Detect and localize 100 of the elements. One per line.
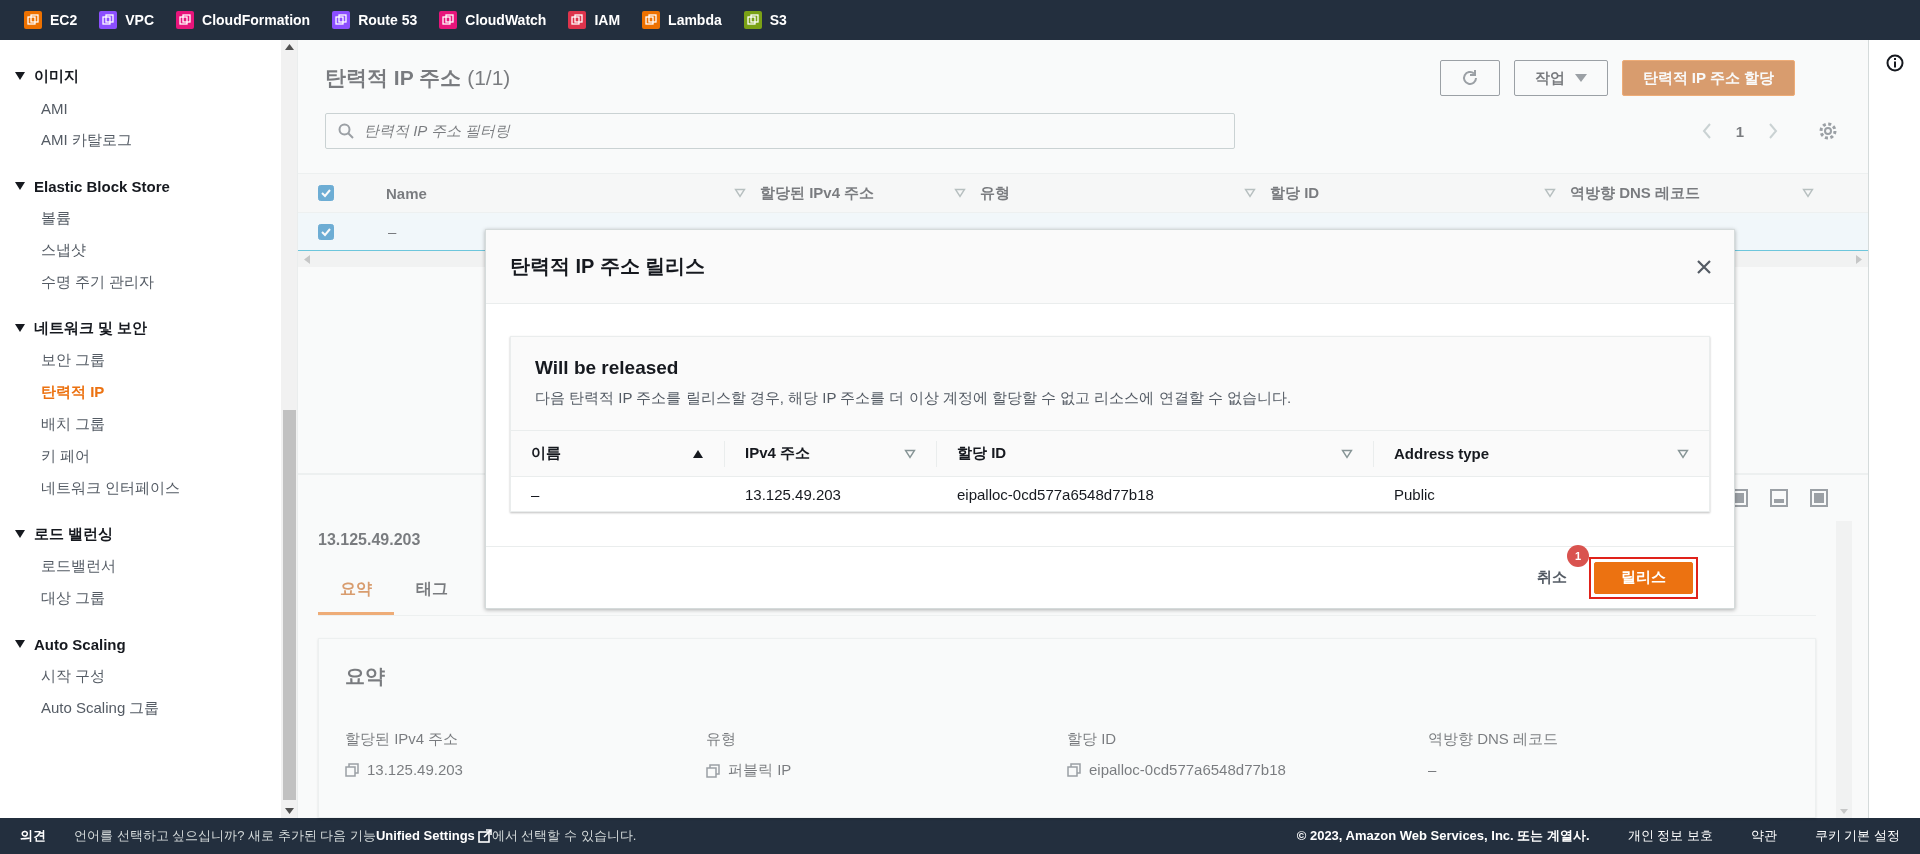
refresh-button[interactable] (1439, 60, 1500, 96)
caret-icon[interactable] (14, 529, 26, 539)
field-label: 할당된 IPv4 주소 (345, 730, 459, 749)
tab[interactable]: 태그 (394, 567, 470, 615)
footer-link[interactable]: 쿠키 기본 설정 (1814, 827, 1900, 845)
field-value: eipalloc-0cd577a6548d77b18 (1089, 761, 1286, 778)
detail-title: 13.125.49.203 (318, 531, 421, 549)
service-link[interactable]: VPC (99, 11, 155, 29)
column-header[interactable]: Address type (1394, 445, 1490, 462)
sort-icon[interactable] (904, 448, 916, 459)
sort-ascending-icon[interactable] (692, 448, 704, 459)
sidebar-item[interactable]: 보안 그룹 (14, 344, 281, 376)
sort-icon[interactable] (1341, 448, 1353, 459)
column-header[interactable]: Name (386, 184, 427, 202)
caret-icon[interactable] (14, 639, 26, 649)
next-page-icon[interactable] (1768, 123, 1778, 139)
search-field[interactable]: 탄력적 IP 주소 필터링 (325, 113, 1235, 149)
sort-icon[interactable] (1544, 188, 1556, 198)
actions-button[interactable]: 작업 (1513, 60, 1608, 96)
settings-icon[interactable] (1818, 121, 1838, 141)
scroll-right-icon[interactable] (1856, 254, 1862, 264)
service-link[interactable]: CloudFormation (176, 11, 311, 29)
sidebar-item[interactable]: 배치 그룹 (14, 408, 281, 440)
service-link[interactable]: S3 (743, 11, 787, 29)
dialog-title: 탄력적 IP 주소 릴리스 (510, 254, 706, 279)
panel-layout-icon[interactable] (1770, 489, 1788, 507)
copy-icon[interactable] (706, 763, 720, 778)
field-label: 유형 (706, 730, 736, 749)
sidebar-item[interactable]: AMI 카탈로그 (14, 124, 281, 156)
sidebar-item[interactable]: 대상 그룹 (14, 582, 281, 614)
scroll-down-icon[interactable] (284, 808, 294, 814)
sidebar-item[interactable]: AMI (14, 92, 281, 124)
footer-link[interactable]: 개인 정보 보호 (1627, 827, 1713, 845)
section-title: Elastic Block Store (34, 177, 170, 195)
column-header[interactable]: 이름 (531, 444, 561, 463)
section-title: 로드 밸런싱 (34, 524, 114, 544)
refresh-icon (1460, 69, 1479, 87)
service-link[interactable]: EC2 (24, 11, 78, 29)
sort-icon[interactable] (1802, 188, 1814, 198)
panel-layout-icon[interactable] (1810, 489, 1828, 507)
scroll-left-icon[interactable] (304, 254, 310, 264)
sidebar-item[interactable]: 스냅샷 (14, 234, 281, 266)
close-icon[interactable] (1696, 258, 1712, 275)
table-cell-text: eipalloc-0cd577a6548d77b18 (956, 484, 1155, 505)
sidebar-item[interactable]: 볼륨 (14, 202, 281, 234)
service-link[interactable]: Lambda (642, 11, 722, 29)
sidebar-item[interactable]: Auto Scaling 그룹 (14, 692, 281, 724)
unified-settings-link[interactable]: Unified Settings (375, 828, 492, 843)
checkbox[interactable] (318, 223, 334, 240)
section-title: Auto Scaling (34, 635, 126, 653)
checkbox[interactable] (318, 185, 334, 201)
info-icon[interactable] (1885, 54, 1904, 72)
scroll-up-icon[interactable] (284, 44, 294, 50)
footer-link[interactable]: 약관 (1750, 827, 1777, 845)
sort-icon[interactable] (1677, 448, 1689, 459)
caret-icon (1574, 74, 1587, 82)
section-title: 이미지 (34, 66, 79, 86)
page-title: 탄력적 IP 주소 (325, 65, 462, 91)
previous-page-icon[interactable] (1701, 123, 1712, 139)
field-value: 퍼블릭 IP (728, 761, 792, 780)
caret-icon[interactable] (14, 181, 26, 191)
table-cell-text: – (530, 484, 541, 505)
service-link[interactable]: IAM (568, 11, 621, 29)
scroll-thumb[interactable] (282, 410, 296, 800)
field-value: 13.125.49.203 (367, 761, 463, 778)
external-link-icon (477, 828, 492, 843)
copy-icon[interactable] (1067, 762, 1081, 777)
field-value: – (1428, 761, 1437, 778)
language-notice: 언어를 선택하고 싶으십니까? 새로 추가된 다음 기능Unified Settings 에서 선택할 수 있습니다. (74, 827, 637, 845)
caret-icon[interactable] (14, 71, 26, 81)
container-title: Will be released (535, 357, 680, 379)
sidebar-item[interactable]: 수명 주기 관리자 (14, 266, 281, 298)
sidebar-item[interactable]: 로드밸런서 (14, 550, 281, 582)
sort-icon[interactable] (954, 188, 966, 198)
caret-icon[interactable] (14, 323, 26, 333)
feedback-link[interactable]: 의견 (20, 827, 46, 845)
sidebar-item[interactable]: 네트워크 인터페이스 (14, 472, 281, 504)
sort-icon[interactable] (734, 188, 746, 198)
sidebar-item[interactable]: 키 페어 (14, 440, 281, 472)
item-count: (1/1) (467, 66, 511, 90)
sidebar-item[interactable]: 시작 구성 (14, 660, 281, 692)
column-header[interactable]: 할당된 IPv4 주소 (760, 183, 875, 203)
column-header[interactable]: 역방향 DNS 레코드 (1570, 183, 1700, 203)
column-header[interactable]: 할당 ID (957, 444, 1007, 463)
step-badge: 1 (1567, 544, 1589, 567)
service-link[interactable]: CloudWatch (439, 11, 547, 29)
table-cell-text: 13.125.49.203 (744, 484, 842, 505)
field-label: 할당 ID (1067, 730, 1117, 749)
section-title: 네트워크 및 보안 (34, 318, 148, 338)
card-title: 요약 (345, 664, 386, 689)
copy-icon[interactable] (345, 762, 359, 777)
column-header[interactable]: IPv4 주소 (745, 444, 811, 463)
column-header[interactable]: 할당 ID (1270, 183, 1320, 203)
search-icon (338, 123, 354, 139)
cancel-button[interactable]: 취소 (1529, 568, 1575, 587)
column-header[interactable]: 유형 (980, 183, 1010, 203)
page-number[interactable]: 1 (1735, 122, 1744, 140)
service-link[interactable]: Route 53 (332, 11, 418, 29)
sort-icon[interactable] (1244, 188, 1256, 198)
container-description: 다음 탄력적 IP 주소를 릴리스할 경우, 해당 IP 주소를 더 이상 계정에 할당할 수 없고 리소스에 연결할 수 없습니다. (535, 389, 1293, 408)
